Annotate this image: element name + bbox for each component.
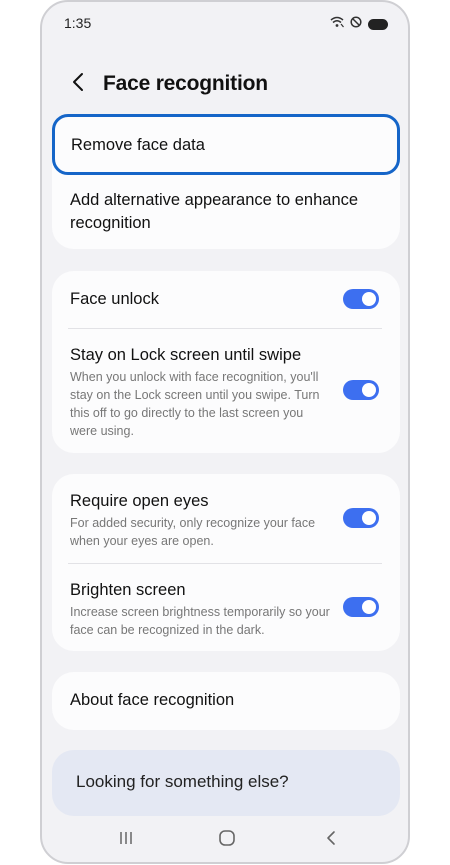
page-title: Face recognition — [103, 72, 268, 95]
divider — [68, 563, 382, 564]
stay-on-lock-description: When you unlock with face recognition, y… — [70, 370, 320, 438]
face-unlock-label: Face unlock — [70, 290, 159, 308]
recent-apps-button[interactable] — [112, 828, 140, 852]
require-open-eyes-description: For added security, only recognize your … — [70, 516, 316, 548]
looking-for-something-else-label: Looking for something else? — [76, 772, 289, 791]
chevron-left-icon — [71, 72, 85, 97]
unlock-card: Face unlock Stay on Lock screen until sw… — [52, 271, 400, 453]
status-bar: 1:35 — [42, 2, 408, 44]
do-not-disturb-icon — [350, 15, 362, 33]
remove-face-data-label: Remove face data — [71, 136, 205, 154]
home-button[interactable] — [213, 828, 241, 852]
brighten-screen-label: Brighten screen — [70, 581, 186, 599]
phone-frame: 1:35 Face recognition Add alternative ap… — [40, 0, 410, 864]
status-icons — [330, 15, 388, 33]
face-unlock-toggle[interactable] — [343, 289, 379, 309]
stay-on-lock-label: Stay on Lock screen until swipe — [70, 346, 302, 364]
about-card: About face recognition — [52, 672, 400, 730]
require-open-eyes-label: Require open eyes — [70, 492, 209, 510]
add-alternative-appearance-item[interactable]: Add alternative appearance to enhance re… — [52, 189, 400, 235]
system-back-button[interactable] — [317, 828, 345, 852]
about-face-recognition-label: About face recognition — [70, 691, 235, 709]
add-alternative-appearance-label: Add alternative appearance to enhance re… — [70, 191, 359, 232]
back-button[interactable] — [64, 70, 92, 98]
require-open-eyes-toggle[interactable] — [343, 508, 379, 528]
battery-icon — [368, 18, 388, 30]
looking-for-something-else-card[interactable]: Looking for something else? — [52, 750, 400, 816]
wifi-off-icon — [330, 15, 344, 33]
brighten-screen-toggle[interactable] — [343, 597, 379, 617]
status-time: 1:35 — [64, 15, 92, 31]
remove-face-data-item[interactable]: Remove face data — [52, 114, 400, 175]
divider — [68, 328, 382, 329]
recent-apps-icon — [118, 830, 134, 851]
header: Face recognition — [42, 64, 408, 104]
back-arrow-icon — [325, 830, 337, 851]
stay-on-lock-toggle[interactable] — [343, 380, 379, 400]
security-card: Require open eyes For added security, on… — [52, 474, 400, 651]
brighten-screen-description: Increase screen brightness temporarily s… — [70, 605, 330, 637]
home-icon — [218, 829, 236, 852]
navigation-bar — [42, 822, 408, 858]
about-face-recognition-item[interactable]: About face recognition — [52, 689, 400, 712]
